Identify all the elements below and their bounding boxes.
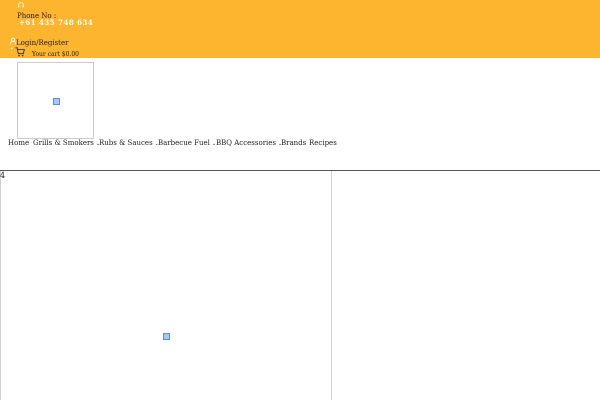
nav-item-grills-smokers[interactable]: Grills & Smokers ⌄ [33,139,100,147]
nav-item-barbecue-fuel[interactable]: Barbecue Fuel ⌄ [158,139,216,147]
nav-item-label: Recipes [309,139,337,147]
phone-number[interactable]: +61 435 748 634 [19,19,93,26]
bullet-dot: • [10,46,14,53]
site-logo[interactable] [17,62,94,139]
nav-item-brands[interactable]: Brands [281,139,306,147]
slide-counter: 4 [0,171,6,180]
top-bar: Phone No : +61 435 748 634 Login/Registe… [0,0,600,58]
broken-image-icon [163,333,170,340]
nav-item-label: Grills & Smokers [33,139,94,147]
nav-item-label: Home [8,139,30,147]
nav-item-bbq-accessories[interactable]: BBQ Accessories ⌄ [216,139,282,147]
headset-icon [18,2,24,8]
hero-image-panel[interactable] [0,171,332,400]
broken-image-icon [53,98,60,105]
nav-item-label: Barbecue Fuel [158,139,210,147]
nav-item-rubs-sauces[interactable]: Rubs & Sauces ⌄ [99,139,159,147]
cart-icon[interactable] [15,47,25,57]
nav-item-home[interactable]: Home [8,139,29,147]
cart-total[interactable]: Your cart $0.00 [32,52,79,58]
nav-item-label: Rubs & Sauces [99,139,153,147]
nav-item-label: BBQ Accessories [216,139,277,147]
login-register-link[interactable]: Login/Register [16,40,68,47]
nav-item-recipes[interactable]: Recipes [309,139,337,147]
nav-item-label: Brands [281,139,307,147]
main-nav: Home Grills & Smokers ⌄ Rubs & Sauces ⌄ Ba… [0,139,600,149]
